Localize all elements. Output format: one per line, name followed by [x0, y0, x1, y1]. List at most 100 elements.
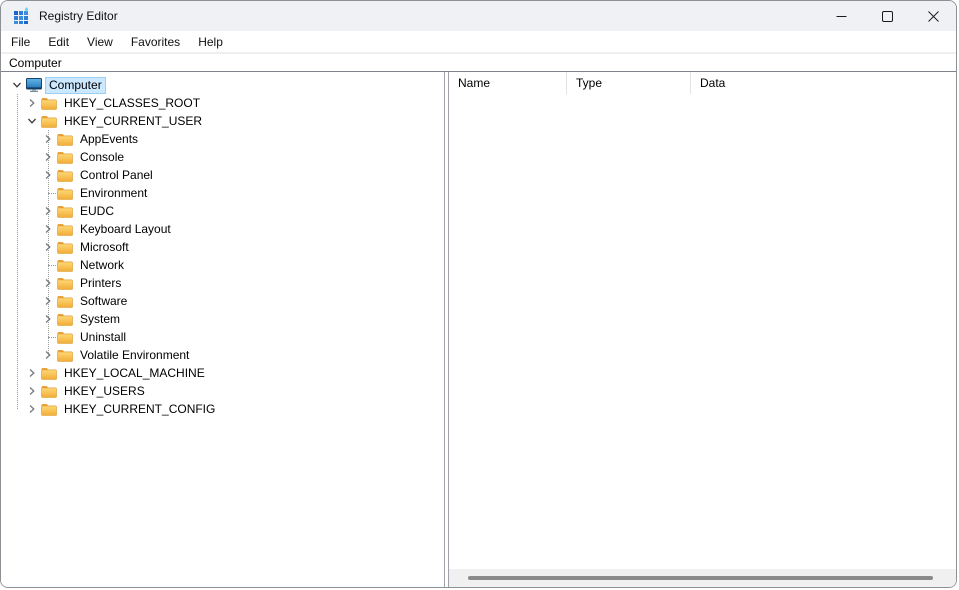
tree-item-label[interactable]: Keyboard Layout: [77, 222, 174, 237]
horizontal-scrollbar-thumb[interactable]: [468, 576, 933, 580]
tree-item-computer[interactable]: Computer: [1, 76, 444, 94]
tree-item-label[interactable]: Computer: [46, 78, 105, 93]
chevron-right-icon[interactable]: [40, 275, 56, 291]
tree-item-label[interactable]: Environment: [77, 186, 150, 201]
folder-icon: [57, 222, 73, 236]
chevron-right-icon[interactable]: [40, 131, 56, 147]
column-header-name[interactable]: Name: [449, 72, 567, 94]
tree-item-console[interactable]: Console: [1, 148, 444, 166]
folder-icon: [57, 276, 73, 290]
tree-item-hkey-current-config[interactable]: HKEY_CURRENT_CONFIG: [1, 400, 444, 418]
chevron-right-icon[interactable]: [40, 149, 56, 165]
menu-edit[interactable]: Edit: [39, 31, 78, 52]
close-icon: [928, 11, 939, 22]
tree-item-label[interactable]: Control Panel: [77, 168, 156, 183]
tree-item-label[interactable]: Network: [77, 258, 127, 273]
tree-item-appevents[interactable]: AppEvents: [1, 130, 444, 148]
menu-file[interactable]: File: [2, 31, 39, 52]
tree-item-hkey-current-user[interactable]: HKEY_CURRENT_USER: [1, 112, 444, 130]
tree-item-volatile-environment[interactable]: Volatile Environment: [1, 346, 444, 364]
tree-item-control-panel[interactable]: Control Panel: [1, 166, 444, 184]
list-body[interactable]: [449, 94, 956, 569]
tree-item-label[interactable]: EUDC: [77, 204, 117, 219]
folder-icon: [57, 258, 73, 272]
folder-icon: [57, 150, 73, 164]
close-button[interactable]: [910, 1, 956, 31]
tree-leaf-connector: [40, 329, 56, 345]
minimize-icon: [836, 11, 847, 22]
tree-item-label[interactable]: HKEY_CURRENT_CONFIG: [61, 402, 218, 417]
address-bar: [1, 54, 956, 71]
chevron-right-icon[interactable]: [24, 383, 40, 399]
horizontal-scrollbar[interactable]: [449, 569, 956, 587]
tree-item-label[interactable]: HKEY_CLASSES_ROOT: [61, 96, 203, 111]
chevron-right-icon[interactable]: [40, 203, 56, 219]
chevron-down-icon[interactable]: [24, 113, 40, 129]
tree-item-label[interactable]: AppEvents: [77, 132, 141, 147]
tree-leaf-connector: [40, 257, 56, 273]
menu-favorites[interactable]: Favorites: [122, 31, 189, 52]
maximize-button[interactable]: [864, 1, 910, 31]
chevron-right-icon[interactable]: [24, 95, 40, 111]
column-header-type[interactable]: Type: [567, 72, 691, 94]
title-bar: Registry Editor: [1, 1, 956, 31]
tree-item-uninstall[interactable]: Uninstall: [1, 328, 444, 346]
folder-icon: [57, 168, 73, 182]
tree-item-label[interactable]: HKEY_USERS: [61, 384, 148, 399]
list-header: NameTypeData: [449, 72, 956, 94]
main-area: Computer HKEY_CLASSES_ROOT HKEY_CURRENT_US…: [1, 71, 956, 587]
folder-icon: [41, 402, 57, 416]
chevron-down-icon[interactable]: [9, 77, 25, 93]
chevron-right-icon[interactable]: [40, 167, 56, 183]
values-pane: NameTypeData: [448, 72, 956, 587]
tree-item-environment[interactable]: Environment: [1, 184, 444, 202]
tree-item-printers[interactable]: Printers: [1, 274, 444, 292]
registry-editor-window: Registry Editor FileEditViewFavoritesHel…: [0, 0, 957, 588]
tree-item-network[interactable]: Network: [1, 256, 444, 274]
minimize-button[interactable]: [818, 1, 864, 31]
folder-icon: [57, 330, 73, 344]
tree-item-hkey-users[interactable]: HKEY_USERS: [1, 382, 444, 400]
menu-bar: FileEditViewFavoritesHelp: [1, 31, 956, 54]
folder-icon: [57, 348, 73, 362]
tree-item-eudc[interactable]: EUDC: [1, 202, 444, 220]
chevron-right-icon[interactable]: [24, 401, 40, 417]
chevron-right-icon[interactable]: [40, 347, 56, 363]
tree-item-keyboard-layout[interactable]: Keyboard Layout: [1, 220, 444, 238]
folder-icon: [41, 384, 57, 398]
tree-item-label[interactable]: Uninstall: [77, 330, 129, 345]
menu-view[interactable]: View: [78, 31, 122, 52]
tree-item-label[interactable]: Printers: [77, 276, 124, 291]
folder-icon: [57, 294, 73, 308]
chevron-right-icon[interactable]: [40, 221, 56, 237]
address-input[interactable]: [1, 55, 956, 70]
column-header-data[interactable]: Data: [691, 72, 956, 94]
registry-tree: Computer HKEY_CLASSES_ROOT HKEY_CURRENT_US…: [1, 72, 444, 418]
tree-item-label[interactable]: HKEY_CURRENT_USER: [61, 114, 205, 129]
folder-icon: [41, 96, 57, 110]
tree-item-label[interactable]: System: [77, 312, 123, 327]
folder-icon: [57, 240, 73, 254]
chevron-right-icon[interactable]: [40, 239, 56, 255]
tree-item-label[interactable]: Console: [77, 150, 127, 165]
tree-pane: Computer HKEY_CLASSES_ROOT HKEY_CURRENT_US…: [1, 72, 445, 587]
tree-item-system[interactable]: System: [1, 310, 444, 328]
chevron-right-icon[interactable]: [24, 365, 40, 381]
tree-item-microsoft[interactable]: Microsoft: [1, 238, 444, 256]
tree-item-label[interactable]: Volatile Environment: [77, 348, 192, 363]
folder-icon: [57, 186, 73, 200]
chevron-right-icon[interactable]: [40, 311, 56, 327]
tree-item-label[interactable]: HKEY_LOCAL_MACHINE: [61, 366, 208, 381]
maximize-icon: [882, 11, 893, 22]
menu-help[interactable]: Help: [189, 31, 232, 52]
tree-item-software[interactable]: Software: [1, 292, 444, 310]
registry-editor-icon: [12, 7, 30, 25]
folder-icon: [57, 132, 73, 146]
tree-item-label[interactable]: Software: [77, 294, 130, 309]
folder-icon: [41, 366, 57, 380]
tree-item-hkey-classes-root[interactable]: HKEY_CLASSES_ROOT: [1, 94, 444, 112]
chevron-right-icon[interactable]: [40, 293, 56, 309]
tree-item-hkey-local-machine[interactable]: HKEY_LOCAL_MACHINE: [1, 364, 444, 382]
folder-icon: [41, 114, 57, 128]
tree-item-label[interactable]: Microsoft: [77, 240, 132, 255]
